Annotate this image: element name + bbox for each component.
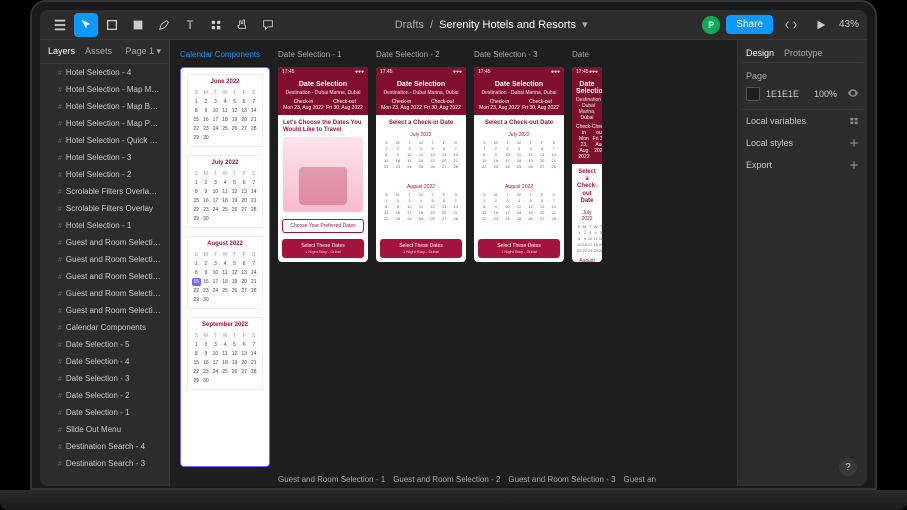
present-button[interactable]: [809, 13, 833, 37]
layer-item[interactable]: Slide Out Menu: [40, 421, 169, 438]
comment-tool[interactable]: [256, 13, 280, 37]
layer-item[interactable]: Guest and Room Selection - 5: [40, 234, 169, 251]
layer-item[interactable]: Guest and Room Selection - 1: [40, 302, 169, 319]
frame-tool[interactable]: [100, 13, 124, 37]
calendar-components-frame[interactable]: June 2022SMTWTFS123456789101112131415161…: [180, 67, 270, 467]
prototype-tab[interactable]: Prototype: [784, 48, 823, 58]
local-styles-button[interactable]: Local styles: [742, 132, 863, 154]
frame-label[interactable]: Guest an: [624, 475, 656, 486]
frame-label[interactable]: Guest and Room Selection - 3: [508, 475, 615, 486]
frame-label[interactable]: Date Selection - 1: [278, 50, 368, 61]
frame-label[interactable]: Date: [572, 50, 602, 61]
date-selection-frame[interactable]: 17:45●●● Date SelectionDestination - Dub…: [572, 67, 602, 262]
layer-item[interactable]: Hotel Selection - Map Palm: [40, 115, 169, 132]
layer-item[interactable]: Scrolable Filters Overlay: [40, 200, 169, 217]
design-tab[interactable]: Design: [746, 48, 774, 58]
layer-item[interactable]: Destination Search - 4: [40, 438, 169, 455]
page-color-hex[interactable]: 1E1E1E: [766, 89, 799, 99]
chevron-down-icon: ▾: [582, 18, 588, 31]
layers-list: Hotel Selection - 4Hotel Selection - Map…: [40, 64, 169, 486]
move-tool[interactable]: [74, 13, 98, 37]
help-button[interactable]: ?: [839, 458, 857, 476]
top-toolbar: T Drafts / Serenity Hotels and Resorts ▾…: [40, 10, 867, 40]
layer-item[interactable]: Calendar Components: [40, 319, 169, 336]
date-selection-frame[interactable]: 17:45●●● Date SelectionDestination - Dub…: [278, 67, 368, 262]
frame-label[interactable]: Date Selection - 2: [376, 50, 466, 61]
page-color-opacity[interactable]: 100%: [814, 89, 837, 99]
right-panel: Design Prototype Page 1E1E1E 100% Local …: [737, 40, 867, 486]
local-variables-button[interactable]: Local variables: [742, 110, 863, 132]
layer-item[interactable]: Date Selection - 3: [40, 370, 169, 387]
layer-item[interactable]: Hotel Selection - 4: [40, 64, 169, 81]
breadcrumb-folder: Drafts: [395, 19, 424, 31]
frame-label[interactable]: Calendar Components: [180, 50, 270, 61]
frame-label[interactable]: Date Selection - 3: [474, 50, 564, 61]
layer-item[interactable]: Destination Search - 3: [40, 455, 169, 472]
date-selection-frame[interactable]: 17:45●●● Date SelectionDestination - Dub…: [474, 67, 564, 262]
left-panel: Layers Assets Page 1 ▾ Hotel Selection -…: [40, 40, 170, 486]
layer-item[interactable]: Hotel Selection - Map Beach: [40, 98, 169, 115]
eye-icon[interactable]: [847, 87, 859, 101]
layer-item[interactable]: Hotel Selection - 3: [40, 149, 169, 166]
layers-tab[interactable]: Layers: [48, 46, 75, 57]
assets-tab[interactable]: Assets: [85, 46, 112, 57]
share-button[interactable]: Share: [726, 15, 773, 34]
layer-item[interactable]: Hotel Selection - 2: [40, 166, 169, 183]
export-button[interactable]: Export: [742, 154, 863, 176]
dev-mode-toggle[interactable]: [779, 13, 803, 37]
resources-tool[interactable]: [204, 13, 228, 37]
layer-item[interactable]: Guest and Room Selection - 2: [40, 285, 169, 302]
layer-item[interactable]: Date Selection - 4: [40, 353, 169, 370]
page-selector[interactable]: Page 1 ▾: [125, 46, 161, 57]
layer-item[interactable]: Hotel Selection - Quick Route: [40, 132, 169, 149]
user-avatar[interactable]: P: [702, 16, 720, 34]
breadcrumb[interactable]: Drafts / Serenity Hotels and Resorts ▾: [280, 18, 702, 31]
frame-label[interactable]: Guest and Room Selection - 1: [278, 475, 385, 486]
layer-item[interactable]: Guest and Room Selection - 3: [40, 268, 169, 285]
text-tool[interactable]: T: [178, 13, 202, 37]
layer-item[interactable]: Hotel Selection - 1: [40, 217, 169, 234]
layer-item[interactable]: Date Selection - 5: [40, 336, 169, 353]
layer-item[interactable]: Scrolable Filters Overlay - Checked: [40, 183, 169, 200]
layer-item[interactable]: Hotel Selection - Map Marina: [40, 81, 169, 98]
hand-tool[interactable]: [230, 13, 254, 37]
layer-item[interactable]: Guest and Room Selection - 4: [40, 251, 169, 268]
frame-label[interactable]: Guest and Room Selection - 2: [393, 475, 500, 486]
pen-tool[interactable]: [152, 13, 176, 37]
shape-tool[interactable]: [126, 13, 150, 37]
layer-item[interactable]: Date Selection - 2: [40, 387, 169, 404]
laptop-base: [0, 490, 907, 510]
zoom-level[interactable]: 43%: [839, 19, 859, 30]
page-color-swatch[interactable]: [746, 87, 760, 101]
layer-item[interactable]: Date Selection - 1: [40, 404, 169, 421]
page-section-label: Page: [746, 71, 859, 81]
canvas[interactable]: Calendar Components June 2022SMTWTFS1234…: [170, 40, 737, 486]
breadcrumb-project: Serenity Hotels and Resorts: [439, 19, 576, 31]
date-selection-frame[interactable]: 17:45●●● Date SelectionDestination - Dub…: [376, 67, 466, 262]
main-menu-button[interactable]: [48, 13, 72, 37]
